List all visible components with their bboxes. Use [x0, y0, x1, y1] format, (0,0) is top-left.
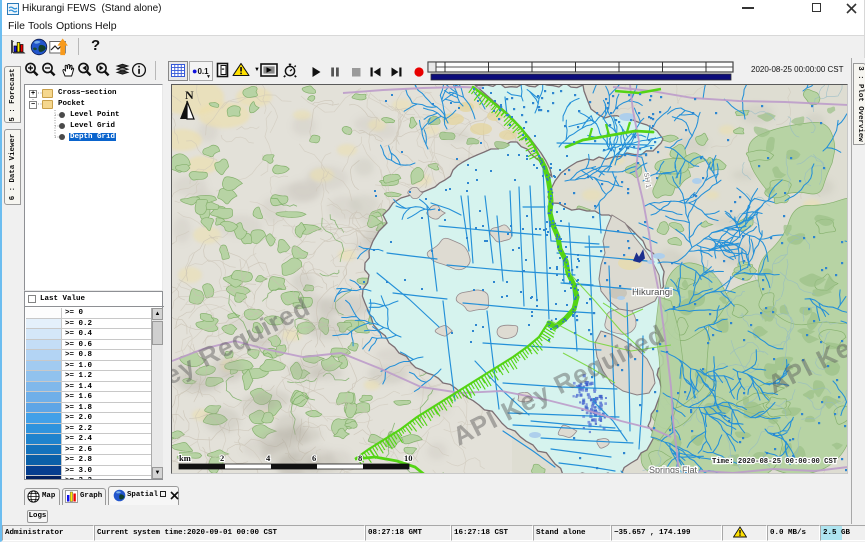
- svg-text:8: 8: [358, 453, 362, 463]
- svg-text:10: 10: [404, 453, 413, 463]
- svg-text:Springs Flat: Springs Flat: [649, 465, 698, 474]
- svg-text:N: N: [185, 88, 194, 102]
- svg-text:Time: 2020-08-25 00:00:00 CST: Time: 2020-08-25 00:00:00 CST: [712, 458, 838, 466]
- svg-text:2: 2: [220, 453, 224, 463]
- svg-text:6: 6: [312, 453, 316, 463]
- svg-text:Hikurangi: Hikurangi: [632, 287, 672, 298]
- svg-text:km: km: [179, 453, 191, 463]
